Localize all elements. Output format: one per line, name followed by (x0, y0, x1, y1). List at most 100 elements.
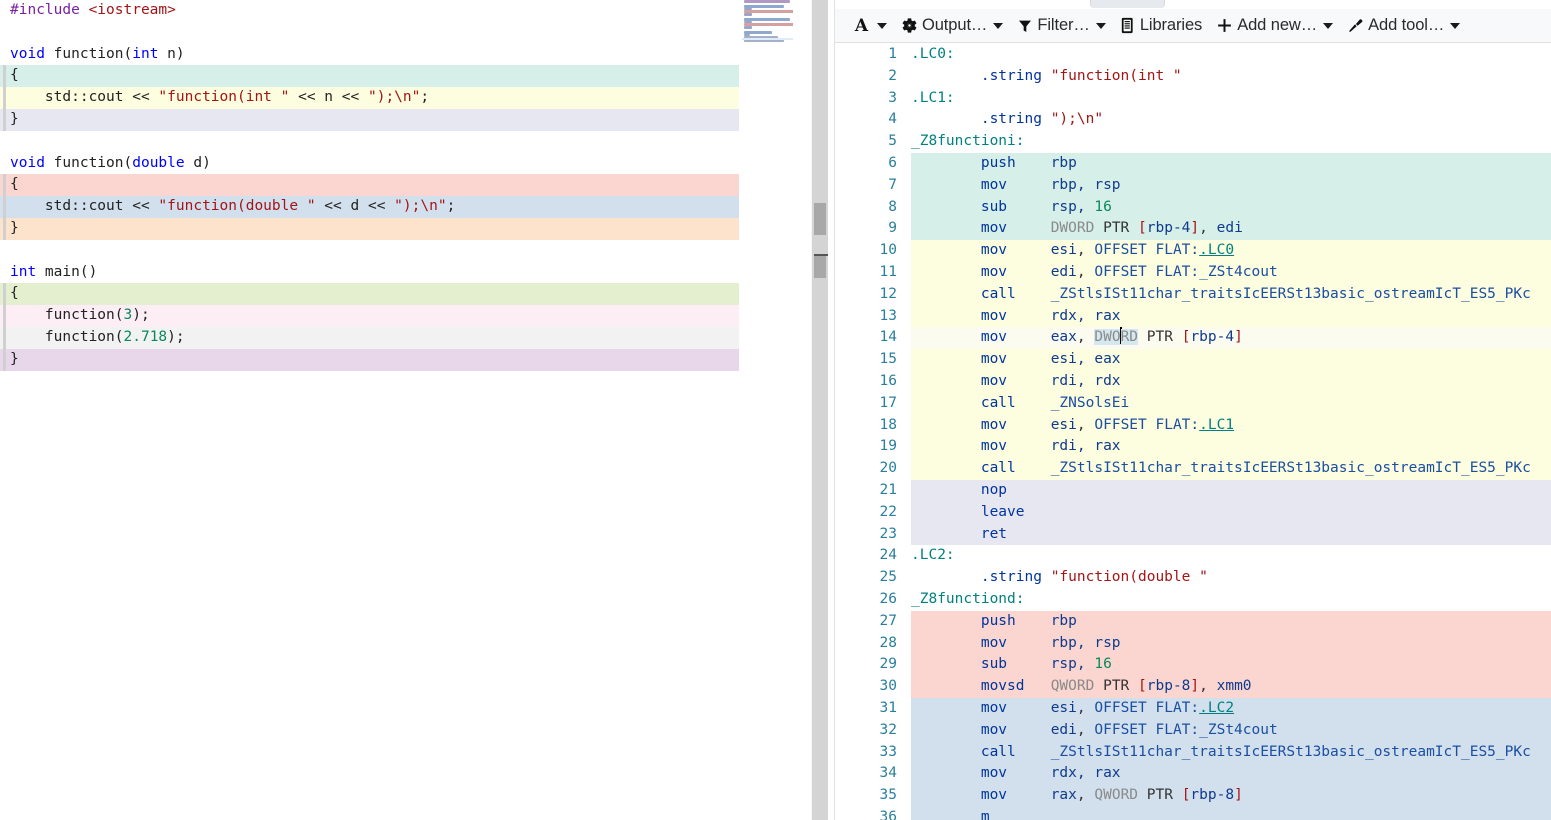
compiler-explorer-window: #include <iostream> void function(int n) {… (0, 0, 1551, 820)
assembly-line[interactable]: 12 call _ZStlsISt11char_traitsIcEERSt13b… (835, 283, 1551, 306)
assembly-line[interactable]: 10 mov esi, OFFSET FLAT:.LC0 (835, 240, 1551, 262)
source-line[interactable]: { (0, 174, 739, 197)
add-new-button[interactable]: Add new… (1209, 12, 1340, 40)
assembly-line[interactable]: 28 mov rbp, rsp (835, 632, 1551, 655)
filter-icon (1017, 18, 1033, 34)
assembly-line[interactable]: 16 mov rdi, rdx (835, 370, 1551, 393)
assembly-line-text: mov rdi, rax (980, 438, 1121, 455)
assembly-line[interactable]: 23 ret (835, 523, 1551, 546)
assembly-line[interactable]: 34 mov rdx, rax (835, 763, 1551, 786)
assembly-line[interactable]: 36 m (835, 806, 1551, 820)
assembly-line-number: 8 (888, 198, 897, 215)
source-line-text: function(3); (10, 307, 150, 324)
assembly-line[interactable]: 32 mov edi, OFFSET FLAT:_ZSt4cout (835, 719, 1551, 742)
source-line-color-band (3, 174, 6, 197)
source-line[interactable] (0, 130, 739, 153)
source-editor-pane[interactable]: #include <iostream> void function(int n) {… (0, 0, 811, 820)
assembly-line[interactable]: 24 .LC2: (835, 545, 1551, 568)
assembly-line[interactable]: 29 sub rsp, 16 (835, 654, 1551, 677)
source-line[interactable]: } (0, 217, 739, 240)
source-line[interactable]: std::cout << "function(double " << d << … (0, 196, 739, 218)
source-line[interactable]: } (0, 108, 739, 131)
assembly-line[interactable]: 13 mov rdx, rax (835, 305, 1551, 328)
assembly-line[interactable]: 20 call _ZStlsISt11char_traitsIcEERSt13b… (835, 458, 1551, 480)
assembly-line[interactable]: 9 mov DWORD PTR [rbp-4], edi (835, 218, 1551, 241)
assembly-line-number: 31 (879, 699, 897, 716)
assembly-line[interactable]: 25 .string "function(double " (835, 567, 1551, 589)
assembly-line-text: m (980, 808, 990, 820)
assembly-line-text: mov rdx, rax (980, 765, 1121, 782)
plus-icon (1216, 17, 1233, 34)
assembly-line-number: 18 (879, 416, 897, 433)
assembly-line[interactable]: 27 push rbp (835, 610, 1551, 633)
assembly-line[interactable]: 21 nop (835, 479, 1551, 502)
assembly-line-number: 33 (879, 743, 897, 760)
source-line[interactable]: void function(int n) (0, 43, 739, 66)
source-scrollbar-track[interactable] (793, 0, 807, 820)
pane-tab-stub[interactable] (1090, 0, 1165, 8)
source-line[interactable]: std::cout << "function(int " << n << ");… (0, 87, 739, 109)
assembly-output-pane: A Output… Filter… Libraries Add new… Add… (834, 0, 1551, 820)
pane-splitter[interactable] (812, 0, 828, 820)
assembly-line-text: mov esi, OFFSET FLAT:.LC2 (980, 699, 1235, 716)
assembly-line-text: mov rbp, rsp (980, 634, 1121, 651)
source-line-color-band (3, 196, 6, 218)
assembly-line[interactable]: 15 mov esi, eax (835, 349, 1551, 371)
source-line-color-band (3, 283, 6, 306)
source-line-text: std::cout << "function(int " << n << ");… (10, 89, 430, 106)
assembly-line-number: 35 (879, 787, 897, 804)
assembly-line[interactable]: 2 .string "function(int " (835, 65, 1551, 88)
source-line[interactable]: #include <iostream> (0, 0, 739, 22)
assembly-line[interactable]: 7 mov rbp, rsp (835, 174, 1551, 197)
assembly-line[interactable]: 8 sub rsp, 16 (835, 196, 1551, 219)
assembly-line-highlight (911, 806, 1551, 820)
assembly-line[interactable]: 4 .string ");\n" (835, 109, 1551, 132)
source-line[interactable] (0, 21, 739, 44)
assembly-line[interactable]: 19 mov rdi, rax (835, 436, 1551, 459)
output-button-label: Output… (922, 16, 988, 34)
assembly-line[interactable]: 6 push rbp (835, 152, 1551, 175)
source-line-highlight (0, 130, 739, 153)
assembly-line-number: 17 (879, 394, 897, 411)
source-line[interactable]: } (0, 348, 739, 371)
source-code-lines[interactable]: #include <iostream> void function(int n) {… (0, 0, 739, 371)
output-button[interactable]: Output… (894, 12, 1010, 40)
add-tool-button[interactable]: Add tool… (1340, 12, 1467, 40)
assembly-code-lines[interactable]: 1 .LC0: 2 .string "function(int " 3 .LC1: 4 .… (835, 44, 1551, 820)
source-line[interactable]: function(3); (0, 305, 739, 327)
source-line-highlight (0, 174, 739, 197)
assembly-line[interactable]: 1 .LC0: (835, 44, 1551, 66)
source-line-color-band (3, 65, 6, 88)
splitter-handle-lower[interactable] (814, 256, 826, 278)
assembly-line-number: 29 (879, 656, 897, 673)
source-line-text: void function(double d) (10, 154, 211, 171)
filter-button[interactable]: Filter… (1010, 12, 1112, 40)
source-line[interactable]: { (0, 65, 739, 88)
assembly-line[interactable]: 33 call _ZStlsISt11char_traitsIcEERSt13b… (835, 741, 1551, 764)
libraries-button[interactable]: Libraries (1113, 12, 1209, 40)
font-size-button[interactable]: A (845, 12, 894, 40)
assembly-line-number: 1 (888, 46, 897, 62)
libraries-button-label: Libraries (1139, 16, 1203, 34)
assembly-line[interactable]: 31 mov esi, OFFSET FLAT:.LC2 (835, 697, 1551, 720)
source-line[interactable]: void function(double d) (0, 152, 739, 175)
assembly-line[interactable]: 3 .LC1: (835, 87, 1551, 110)
splitter-handle-upper[interactable] (814, 203, 826, 235)
assembly-line[interactable]: 11 mov edi, OFFSET FLAT:_ZSt4cout (835, 261, 1551, 284)
source-line[interactable] (0, 239, 739, 262)
source-line-text: } (10, 110, 19, 127)
assembly-line[interactable]: 18 mov esi, OFFSET FLAT:.LC1 (835, 414, 1551, 437)
assembly-line[interactable]: 17 call _ZNSolsEi (835, 392, 1551, 415)
source-line[interactable]: int main() (0, 261, 739, 284)
assembly-line-number: 4 (888, 111, 897, 128)
assembly-line-text: mov esi, OFFSET FLAT:.LC1 (980, 416, 1235, 433)
source-line[interactable]: { (0, 283, 739, 306)
assembly-line[interactable]: 30 movsd QWORD PTR [rbp-8], xmm0 (835, 676, 1551, 698)
source-line[interactable]: function(2.718); (0, 326, 739, 349)
assembly-line[interactable]: 22 leave (835, 501, 1551, 524)
assembly-line[interactable]: 14 mov eax, DWORD PTR [rbp-4] (835, 327, 1551, 350)
assembly-line-text: mov esi, OFFSET FLAT:.LC0 (980, 242, 1235, 259)
assembly-line[interactable]: 26 _Z8functiond: (835, 588, 1551, 611)
assembly-line[interactable]: 5 _Z8functioni: (835, 131, 1551, 153)
assembly-line[interactable]: 35 mov rax, QWORD PTR [rbp-8] (835, 785, 1551, 807)
